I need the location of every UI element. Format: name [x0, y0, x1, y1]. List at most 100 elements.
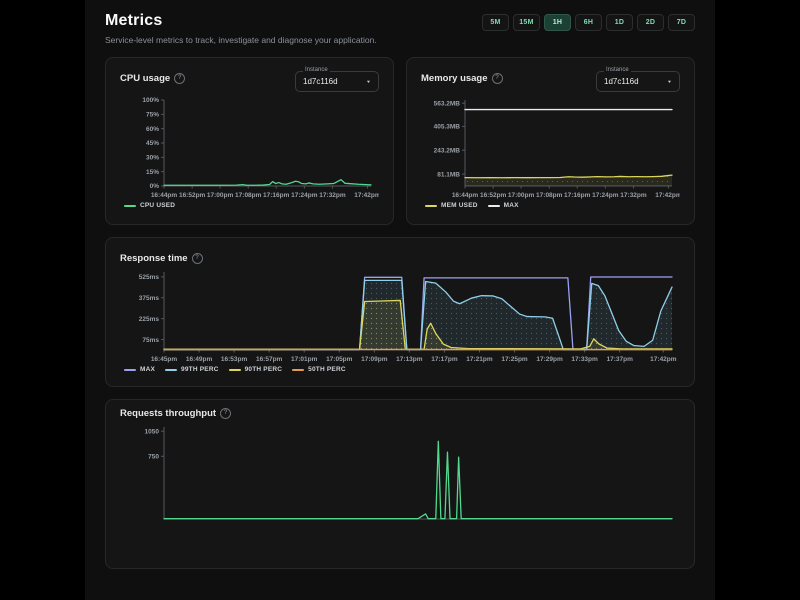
svg-text:16:53pm: 16:53pm: [221, 356, 248, 363]
svg-text:563.2MB: 563.2MB: [434, 100, 461, 107]
requests-card-title: Requests throughput ?: [120, 407, 231, 419]
cpu-usage-plot: 0%15%30%45%60%75%100%16:44pm16:52pm17:00…: [120, 95, 379, 199]
svg-text:17:24pm: 17:24pm: [592, 192, 619, 199]
legend-swatch: [229, 369, 241, 371]
time-range-group: 5M15M1H6H1D2D7D: [482, 14, 695, 31]
memory-usage-chart: 81.1MB 243.2MB 405.3MB 563.2MB 16:44pm16:52p…: [421, 95, 680, 199]
legend-label: MEM USED: [441, 202, 478, 209]
legend-swatch: [124, 205, 136, 207]
cpu-usage-card: CPU usage ? Instance 1d7c116d ▼ 0% 15% 30%…: [105, 57, 394, 225]
memory-instance-select[interactable]: Instance 1d7c116d ▼: [596, 71, 680, 92]
legend-swatch: [165, 369, 177, 371]
instance-select-label: Instance: [604, 67, 631, 73]
svg-text:30%: 30%: [146, 155, 159, 162]
help-icon[interactable]: ?: [192, 253, 203, 264]
svg-text:16:44pm: 16:44pm: [151, 192, 178, 199]
svg-text:17:01pm: 17:01pm: [291, 356, 318, 363]
legend-max[interactable]: MAX: [488, 202, 519, 209]
svg-text:17:33pm: 17:33pm: [571, 356, 598, 363]
svg-text:75%: 75%: [146, 112, 159, 119]
svg-text:17:37pm: 17:37pm: [606, 356, 633, 363]
svg-text:17:25pm: 17:25pm: [501, 356, 528, 363]
time-range-1h-button[interactable]: 1H: [544, 14, 571, 31]
legend-90th-perc[interactable]: 90TH PERC: [229, 366, 283, 373]
svg-text:17:09pm: 17:09pm: [361, 356, 388, 363]
requests-title-text: Requests throughput: [120, 408, 216, 419]
svg-text:17:32pm: 17:32pm: [319, 192, 346, 199]
cpu-card-header: CPU usage ? Instance 1d7c116d ▼: [120, 70, 379, 92]
time-range-2d-button[interactable]: 2D: [637, 14, 664, 31]
svg-text:16:52pm: 16:52pm: [480, 192, 507, 199]
legend-mem-used[interactable]: MEM USED: [425, 202, 478, 209]
metrics-page: Metrics Service-level metrics to track, …: [85, 0, 715, 600]
instance-select-label: Instance: [303, 67, 330, 73]
svg-text:17:08pm: 17:08pm: [536, 192, 563, 199]
svg-text:16:45pm: 16:45pm: [151, 356, 178, 363]
page-title: Metrics: [105, 12, 377, 30]
time-range-6h-button[interactable]: 6H: [575, 14, 602, 31]
cpu-chart-legend: CPU USED: [120, 202, 379, 209]
svg-text:0%: 0%: [150, 183, 160, 190]
svg-text:375ms: 375ms: [139, 295, 160, 302]
legend-swatch: [488, 205, 500, 207]
legend-label: CPU USED: [140, 202, 175, 209]
legend-swatch: [124, 369, 136, 371]
requests-throughput-card: Requests throughput ? 7501050: [105, 399, 695, 569]
requests-card-header: Requests throughput ?: [120, 407, 680, 419]
cpu-card-title: CPU usage ?: [120, 70, 185, 84]
svg-text:16:44pm: 16:44pm: [452, 192, 479, 199]
cpu-title-text: CPU usage: [120, 73, 170, 84]
legend-99th-perc[interactable]: 99TH PERC: [165, 366, 219, 373]
help-icon[interactable]: ?: [220, 408, 231, 419]
time-range-5m-button[interactable]: 5M: [482, 14, 509, 31]
svg-text:17:42pm: 17:42pm: [655, 192, 680, 199]
svg-text:17:05pm: 17:05pm: [326, 356, 353, 363]
legend-label: MAX: [140, 366, 155, 373]
legend-swatch: [425, 205, 437, 207]
svg-text:405.3MB: 405.3MB: [434, 124, 461, 131]
svg-text:1050: 1050: [145, 428, 160, 435]
legend-max[interactable]: MAX: [124, 366, 155, 373]
help-icon[interactable]: ?: [174, 73, 185, 84]
svg-text:75ms: 75ms: [142, 337, 159, 344]
svg-text:16:57pm: 16:57pm: [256, 356, 283, 363]
svg-text:17:24pm: 17:24pm: [291, 192, 318, 199]
memory-title-text: Memory usage: [421, 73, 488, 84]
page-subtitle: Service-level metrics to track, investig…: [105, 35, 377, 45]
response-time-plot: 75ms225ms375ms525ms16:45pm16:49pm16:53pm…: [120, 267, 680, 363]
svg-text:81.1MB: 81.1MB: [437, 171, 460, 178]
time-range-1d-button[interactable]: 1D: [606, 14, 633, 31]
cpu-usage-chart: 0%15%30%45%60%75%100%16:44pm16:52pm17:00…: [120, 95, 379, 199]
requests-throughput-chart: 7501050: [120, 422, 680, 532]
memory-usage-plot: 81.1MB 243.2MB 405.3MB 563.2MB 16:44pm16:52p…: [421, 95, 680, 199]
time-range-15m-button[interactable]: 15M: [513, 14, 540, 31]
svg-text:60%: 60%: [146, 126, 159, 133]
svg-text:17:00pm: 17:00pm: [207, 192, 234, 199]
svg-text:16:49pm: 16:49pm: [186, 356, 213, 363]
legend-cpu-used[interactable]: CPU USED: [124, 202, 175, 209]
svg-text:17:32pm: 17:32pm: [620, 192, 647, 199]
memory-card-title: Memory usage ?: [421, 70, 503, 84]
svg-text:243.2MB: 243.2MB: [434, 147, 461, 154]
time-range-7d-button[interactable]: 7D: [668, 14, 695, 31]
svg-text:17:17pm: 17:17pm: [431, 356, 458, 363]
instance-select-value: 1d7c116d: [604, 77, 639, 86]
svg-text:17:29pm: 17:29pm: [536, 356, 563, 363]
legend-swatch: [292, 369, 304, 371]
response-card-title: Response time ?: [120, 250, 203, 264]
cpu-instance-select[interactable]: Instance 1d7c116d ▼: [295, 71, 379, 92]
legend-label: MAX: [504, 202, 519, 209]
response-card-header: Response time ?: [120, 250, 680, 264]
page-header: Metrics Service-level metrics to track, …: [85, 0, 715, 45]
svg-text:17:42pm: 17:42pm: [650, 356, 677, 363]
legend-label: 99TH PERC: [181, 366, 219, 373]
legend-50th-perc[interactable]: 50TH PERC: [292, 366, 346, 373]
legend-label: 90TH PERC: [245, 366, 283, 373]
svg-text:17:42pm: 17:42pm: [354, 192, 379, 199]
svg-text:15%: 15%: [146, 169, 159, 176]
svg-text:17:08pm: 17:08pm: [235, 192, 262, 199]
help-icon[interactable]: ?: [492, 73, 503, 84]
memory-card-header: Memory usage ? Instance 1d7c116d ▼: [421, 70, 680, 92]
memory-usage-card: Memory usage ? Instance 1d7c116d ▼ 81.1M…: [406, 57, 695, 225]
page-title-block: Metrics Service-level metrics to track, …: [105, 12, 377, 45]
